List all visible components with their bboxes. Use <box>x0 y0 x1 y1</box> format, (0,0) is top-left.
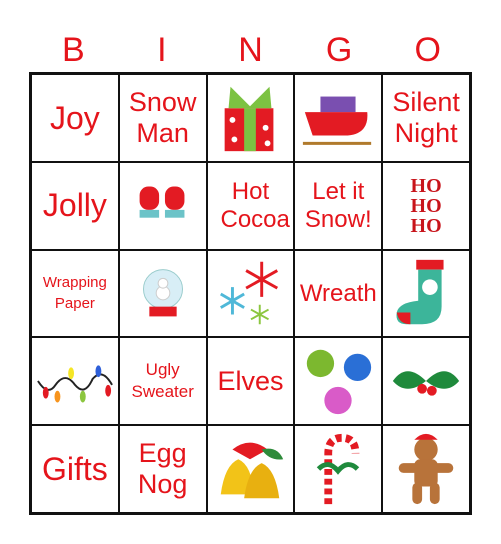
cell-sleigh[interactable] <box>294 74 383 162</box>
cell-ho-ho-ho[interactable]: HO HO HO <box>382 161 470 250</box>
cell-gift[interactable] <box>206 74 295 162</box>
cell-text: Snow Man <box>128 86 197 148</box>
cell-let-it-snow[interactable]: Let it Snow! <box>294 161 383 250</box>
header-letter-b: B <box>61 31 85 69</box>
cell-stocking[interactable] <box>382 249 470 338</box>
lights-icon <box>37 365 113 403</box>
cell-ornaments[interactable] <box>294 337 383 426</box>
bells-icon <box>221 442 284 499</box>
cell-candy-cane[interactable] <box>294 425 383 513</box>
cell-text: Gifts <box>42 450 108 487</box>
cell-text: Silent Night <box>392 86 460 148</box>
cell-text: Wrapping Paper <box>42 274 107 313</box>
ornaments-icon <box>307 350 372 415</box>
cell-text: Elves <box>217 365 284 396</box>
cell-egg-nog[interactable]: Egg Nog <box>118 425 207 513</box>
cell-text: Joy <box>50 99 100 136</box>
cell-elves[interactable]: Elves <box>206 337 295 426</box>
cell-snow-globe[interactable] <box>118 249 207 338</box>
cell-jolly[interactable]: Jolly <box>31 161 119 250</box>
gingerbread-man-icon <box>398 433 454 505</box>
snowflakes-icon <box>220 262 279 325</box>
cell-gifts[interactable]: Gifts <box>31 425 119 513</box>
cell-silent-night[interactable]: Silent Night <box>382 74 470 162</box>
snow-globe-icon <box>142 269 183 317</box>
bingo-card: Joy Snow Man Silent Night Jolly Hot Coco… <box>29 72 472 515</box>
cell-text: Let it Snow! <box>304 178 372 233</box>
cell-holly[interactable] <box>382 337 470 426</box>
cell-lights[interactable] <box>31 337 119 426</box>
holly-icon <box>392 371 460 396</box>
header-letter-o: O <box>414 31 441 69</box>
gift-icon <box>225 86 274 152</box>
cell-text: Jolly <box>42 187 107 224</box>
ho-ho-ho-icon: HO HO HO <box>410 174 442 237</box>
cell-text: Hot Cocoa <box>220 178 290 233</box>
cell-text: Egg Nog <box>137 438 188 500</box>
cell-wreath[interactable]: Wreath <box>294 249 383 338</box>
header-letter-g: G <box>325 31 353 69</box>
cell-text: Wreath <box>299 279 377 307</box>
sleigh-icon <box>303 96 372 145</box>
cell-snow-man[interactable]: Snow Man <box>118 74 207 162</box>
cell-gingerbread-man[interactable] <box>382 425 470 513</box>
cell-joy[interactable]: Joy <box>31 74 119 162</box>
candy-cane-icon <box>317 433 360 505</box>
cell-snowflakes[interactable] <box>206 249 295 338</box>
header-letter-n: N <box>238 31 263 69</box>
cell-mittens[interactable] <box>118 161 207 250</box>
bingo-header: B I N G O <box>29 28 472 72</box>
cell-text: Ugly Sweater <box>131 360 194 402</box>
cell-wrapping-paper[interactable]: Wrapping Paper <box>31 249 119 338</box>
stocking-icon <box>396 260 444 325</box>
cell-ugly-sweater[interactable]: Ugly Sweater <box>118 337 207 426</box>
mittens-icon <box>139 186 185 218</box>
cell-bells[interactable] <box>206 425 295 513</box>
cell-hot-cocoa[interactable]: Hot Cocoa <box>206 161 295 250</box>
header-letter-i: I <box>157 31 167 69</box>
